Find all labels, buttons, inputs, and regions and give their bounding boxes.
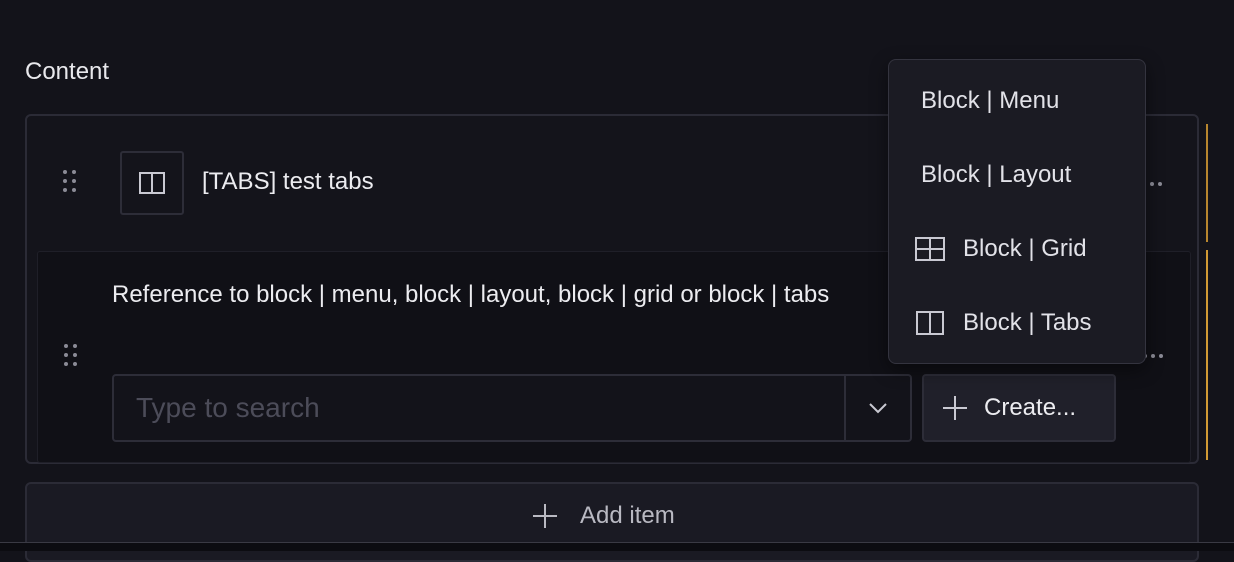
add-item-label: Add item xyxy=(580,502,675,529)
menu-item-label: Block | Grid xyxy=(963,235,1087,262)
menu-item-label: Block | Menu xyxy=(921,87,1060,114)
item-type-icon-box xyxy=(120,151,184,215)
item-title[interactable]: [TABS] test tabs xyxy=(202,168,374,196)
more-options-icon[interactable] xyxy=(1143,354,1163,358)
accent-bar xyxy=(1206,250,1208,460)
tabs-icon xyxy=(916,311,944,335)
reference-field-label: Reference to block | menu, block | layou… xyxy=(112,281,830,308)
tabs-icon xyxy=(139,172,165,194)
chevron-down-icon xyxy=(869,403,887,414)
menu-item-label: Block | Layout xyxy=(921,161,1072,188)
accent-bar xyxy=(1206,124,1208,242)
create-type-menu: Block | Menu Block | Layout Block | Grid… xyxy=(888,59,1146,364)
create-button[interactable]: Create... xyxy=(922,374,1116,442)
plus-icon xyxy=(533,504,557,528)
drag-handle-icon[interactable] xyxy=(64,344,80,372)
content-label: Content xyxy=(25,58,110,85)
menu-item-block-layout[interactable]: Block | Layout xyxy=(889,145,1145,205)
reference-search-box xyxy=(112,374,912,442)
menu-item-label: Block | Tabs xyxy=(963,309,1092,336)
menu-item-block-grid[interactable]: Block | Grid xyxy=(889,219,1145,279)
drag-handle-icon[interactable] xyxy=(63,170,79,198)
grid-icon xyxy=(915,237,945,261)
create-button-label: Create... xyxy=(984,394,1077,421)
plus-icon xyxy=(943,396,967,420)
menu-item-block-tabs[interactable]: Block | Tabs xyxy=(889,293,1145,353)
menu-item-block-menu[interactable]: Block | Menu xyxy=(889,71,1145,131)
search-input[interactable] xyxy=(114,376,844,440)
dropdown-toggle-button[interactable] xyxy=(846,376,910,440)
